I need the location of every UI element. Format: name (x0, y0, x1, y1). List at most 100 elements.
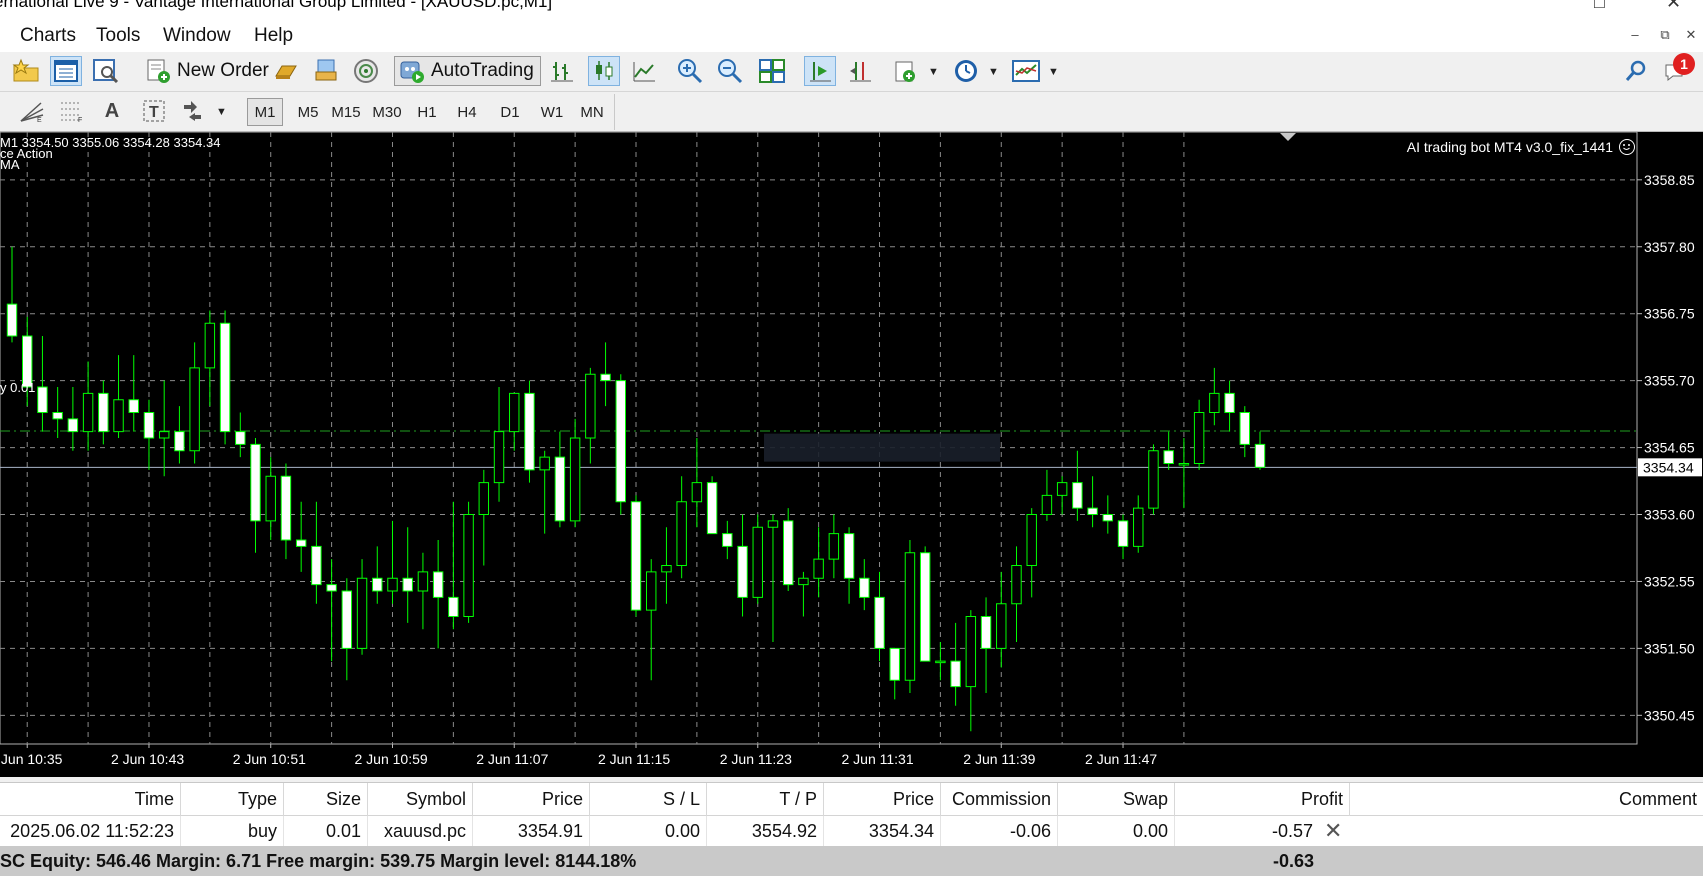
indicators-dropdown-icon[interactable]: ▼ (928, 66, 939, 78)
candle-body (585, 373, 596, 439)
signals-button[interactable] (310, 56, 342, 86)
candle-body (432, 571, 444, 598)
candle-body (1087, 507, 1098, 515)
timeframe-m30[interactable]: M30 (369, 98, 405, 126)
arrows-dropdown-icon[interactable]: ▼ (216, 106, 227, 118)
line-chart-button[interactable] (628, 56, 660, 86)
candle (1163, 431, 1174, 470)
search-button[interactable] (1620, 56, 1652, 86)
candle-body (767, 520, 779, 528)
menu-help[interactable]: Help (254, 25, 293, 47)
column-open-price[interactable]: Price (473, 783, 590, 816)
candle (1011, 546, 1022, 642)
candle-body (676, 501, 687, 566)
mdi-minimize-icon[interactable]: – (1624, 27, 1646, 47)
templates-button[interactable] (1010, 56, 1042, 86)
market-icon (315, 59, 337, 81)
auto-scroll-button[interactable] (804, 56, 836, 86)
trade-row[interactable]: 2025.06.02 11:52:23 buy 0.01 xauusd.pc 3… (0, 816, 1703, 846)
column-sl[interactable]: S / L (590, 783, 707, 816)
timeframe-h4[interactable]: H4 (449, 98, 485, 126)
candlestick-chart-svg[interactable]: 3358.85 3357.80 3356.75 3355.70 3354.65 3353.… (0, 132, 1703, 777)
column-symbol[interactable]: Symbol (368, 783, 473, 816)
expert-smile-icon[interactable] (1619, 139, 1635, 155)
close-icon[interactable]: ✕ (1666, 0, 1681, 13)
candle-body (828, 533, 840, 560)
candle (326, 559, 337, 662)
toolbar-divider (614, 94, 615, 130)
candle-body (128, 399, 139, 413)
arrows-button[interactable] (178, 96, 210, 126)
strategy-tester-button[interactable] (270, 56, 302, 86)
order-line-label[interactable]: y 0.01 (0, 381, 35, 394)
candle (1193, 399, 1205, 470)
candle-body (1133, 507, 1144, 547)
column-comment[interactable]: Comment (1350, 783, 1703, 816)
column-current-price[interactable]: Price (824, 783, 941, 816)
column-size[interactable]: Size (284, 783, 368, 816)
candle (1056, 476, 1068, 515)
candle-body (402, 577, 413, 592)
candle (1087, 476, 1098, 528)
y-tick-label: 3350.45 (1644, 707, 1695, 723)
column-swap[interactable]: Swap (1058, 783, 1175, 816)
candle-body (280, 475, 292, 541)
column-tp[interactable]: T / P (707, 783, 824, 816)
menu-tools[interactable]: Tools (96, 25, 140, 47)
text-button[interactable]: A (96, 96, 128, 126)
autotrading-button[interactable]: AutoTrading (394, 56, 541, 86)
market-watch-button[interactable] (50, 56, 82, 86)
terminal-panel: Time Type Size Symbol Price S / L T / P … (0, 777, 1703, 876)
timeframe-m5[interactable]: M5 (290, 98, 326, 126)
tile-windows-button[interactable] (756, 56, 788, 86)
zoom-in-button[interactable] (674, 56, 706, 86)
maximize-icon[interactable]: □ (1594, 0, 1605, 13)
new-chart-button[interactable] (10, 56, 42, 86)
templates-dropdown-icon[interactable]: ▼ (1048, 66, 1059, 78)
column-commission[interactable]: Commission (941, 783, 1058, 816)
candle (204, 310, 216, 407)
candlestick-button[interactable] (588, 56, 620, 86)
menu-charts[interactable]: Charts (20, 25, 76, 47)
timeframe-mn[interactable]: MN (573, 98, 611, 126)
price-chart[interactable]: 3358.85 3357.80 3356.75 3355.70 3354.65 3353.… (0, 132, 1703, 777)
new-order-button[interactable]: New Order (145, 56, 269, 86)
trade-tp: 3554.92 (707, 816, 824, 846)
candle (1254, 431, 1266, 470)
menu-window[interactable]: Window (163, 25, 231, 47)
candle-body (1011, 565, 1022, 605)
vps-button[interactable] (350, 56, 382, 86)
candle (280, 463, 292, 560)
column-time[interactable]: Time (0, 783, 181, 816)
timeframe-m15[interactable]: M15 (328, 98, 364, 126)
bar-chart-button[interactable] (546, 56, 578, 86)
column-profit[interactable]: Profit (1175, 783, 1350, 816)
zoom-out-button[interactable] (714, 56, 746, 86)
close-order-icon[interactable]: ✕ (1324, 820, 1342, 842)
timeframe-h1[interactable]: H1 (409, 98, 445, 126)
text-label-button[interactable]: T (138, 96, 170, 126)
x-tick-label: 2 Jun 10:51 (233, 751, 306, 767)
candle-body (539, 456, 550, 471)
navigator-button[interactable] (90, 56, 122, 86)
indicators-button[interactable] (890, 56, 922, 86)
timeframe-m1[interactable]: M1 (247, 98, 283, 126)
candle-body (554, 456, 566, 522)
fibonacci-retracement-button[interactable]: F (56, 96, 88, 126)
periods-button[interactable] (950, 56, 982, 86)
periods-dropdown-icon[interactable]: ▼ (988, 66, 999, 78)
mdi-close-icon[interactable]: ✕ (1680, 27, 1702, 47)
fibonacci-fan-button[interactable]: E (16, 96, 48, 126)
indicators-icon (895, 61, 915, 82)
gold-bar-icon (275, 65, 297, 79)
candle-body (82, 392, 94, 433)
mdi-restore-icon[interactable]: ⧉ (1654, 27, 1676, 47)
column-type[interactable]: Type (181, 783, 284, 816)
chart-shift-button[interactable] (844, 56, 876, 86)
candle-body (1209, 392, 1220, 413)
candle-body (980, 616, 992, 649)
timeframe-d1[interactable]: D1 (492, 98, 528, 126)
candle (189, 342, 200, 464)
timeframe-w1[interactable]: W1 (534, 98, 570, 126)
window-title: ernational Live 9 - Vantage Internationa… (0, 0, 553, 11)
